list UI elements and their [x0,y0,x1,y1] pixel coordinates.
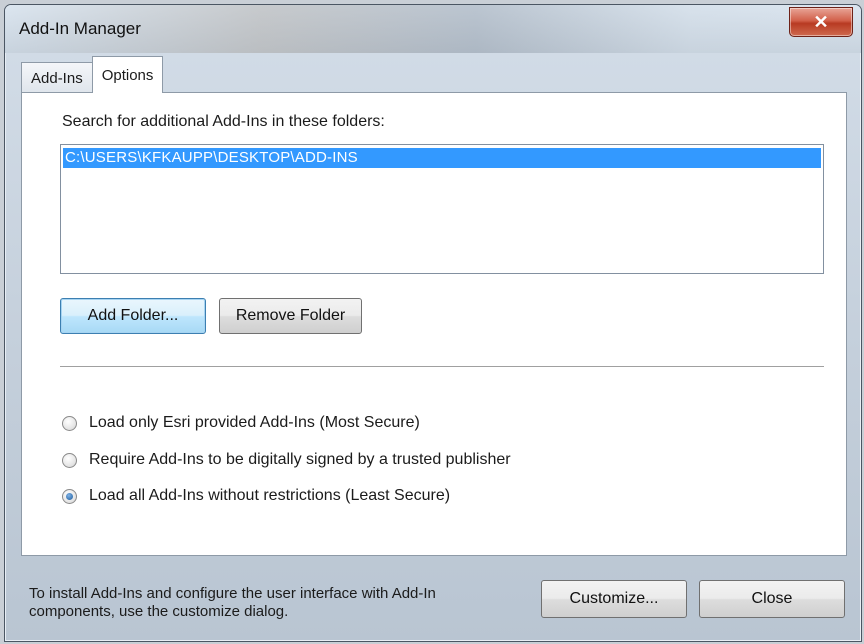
radio-digitally-signed[interactable]: Require Add-Ins to be digitally signed b… [62,451,511,469]
close-icon: ✕ [813,11,829,32]
radio-esri-only[interactable]: Load only Esri provided Add-Ins (Most Se… [62,414,420,432]
footer-info-line-1: To install Add-Ins and configure the use… [29,585,436,602]
customize-button[interactable]: Customize... [541,580,687,618]
radio-button-icon[interactable] [62,452,77,468]
radio-label-digitally-signed: Require Add-Ins to be digitally signed b… [89,451,511,468]
close-button[interactable]: Close [699,580,845,618]
tab-add-ins[interactable]: Add-Ins [21,62,93,93]
tab-options[interactable]: Options [91,56,164,93]
add-in-manager-window: Add-In Manager ✕ Add-Ins Options Search … [4,4,862,642]
radio-label-esri-only: Load only Esri provided Add-Ins (Most Se… [89,414,420,431]
radio-load-all[interactable]: Load all Add-Ins without restrictions (L… [62,487,450,505]
window-title: Add-In Manager [19,19,141,38]
footer-info-line-2: components, use the customize dialog. [29,603,289,620]
folder-list-item[interactable]: C:\USERS\KFKAUPP\DESKTOP\ADD-INS [63,148,821,168]
radio-button-checked-icon[interactable] [62,488,77,504]
window-close-button[interactable]: ✕ [789,7,853,37]
footer-info-text: To install Add-Ins and configure the use… [29,585,529,621]
search-folders-label: Search for additional Add-Ins in these f… [62,113,385,130]
radio-button-icon[interactable] [62,415,77,431]
title-bar[interactable]: Add-In Manager ✕ [5,5,861,53]
radio-label-load-all: Load all Add-Ins without restrictions (L… [89,487,451,504]
remove-folder-button[interactable]: Remove Folder [219,298,362,334]
folder-list[interactable]: C:\USERS\KFKAUPP\DESKTOP\ADD-INS [60,144,824,274]
section-divider [60,366,824,367]
options-panel: Search for additional Add-Ins in these f… [21,92,847,556]
add-folder-button[interactable]: Add Folder... [60,298,206,334]
tab-strip: Add-Ins Options [21,56,164,93]
